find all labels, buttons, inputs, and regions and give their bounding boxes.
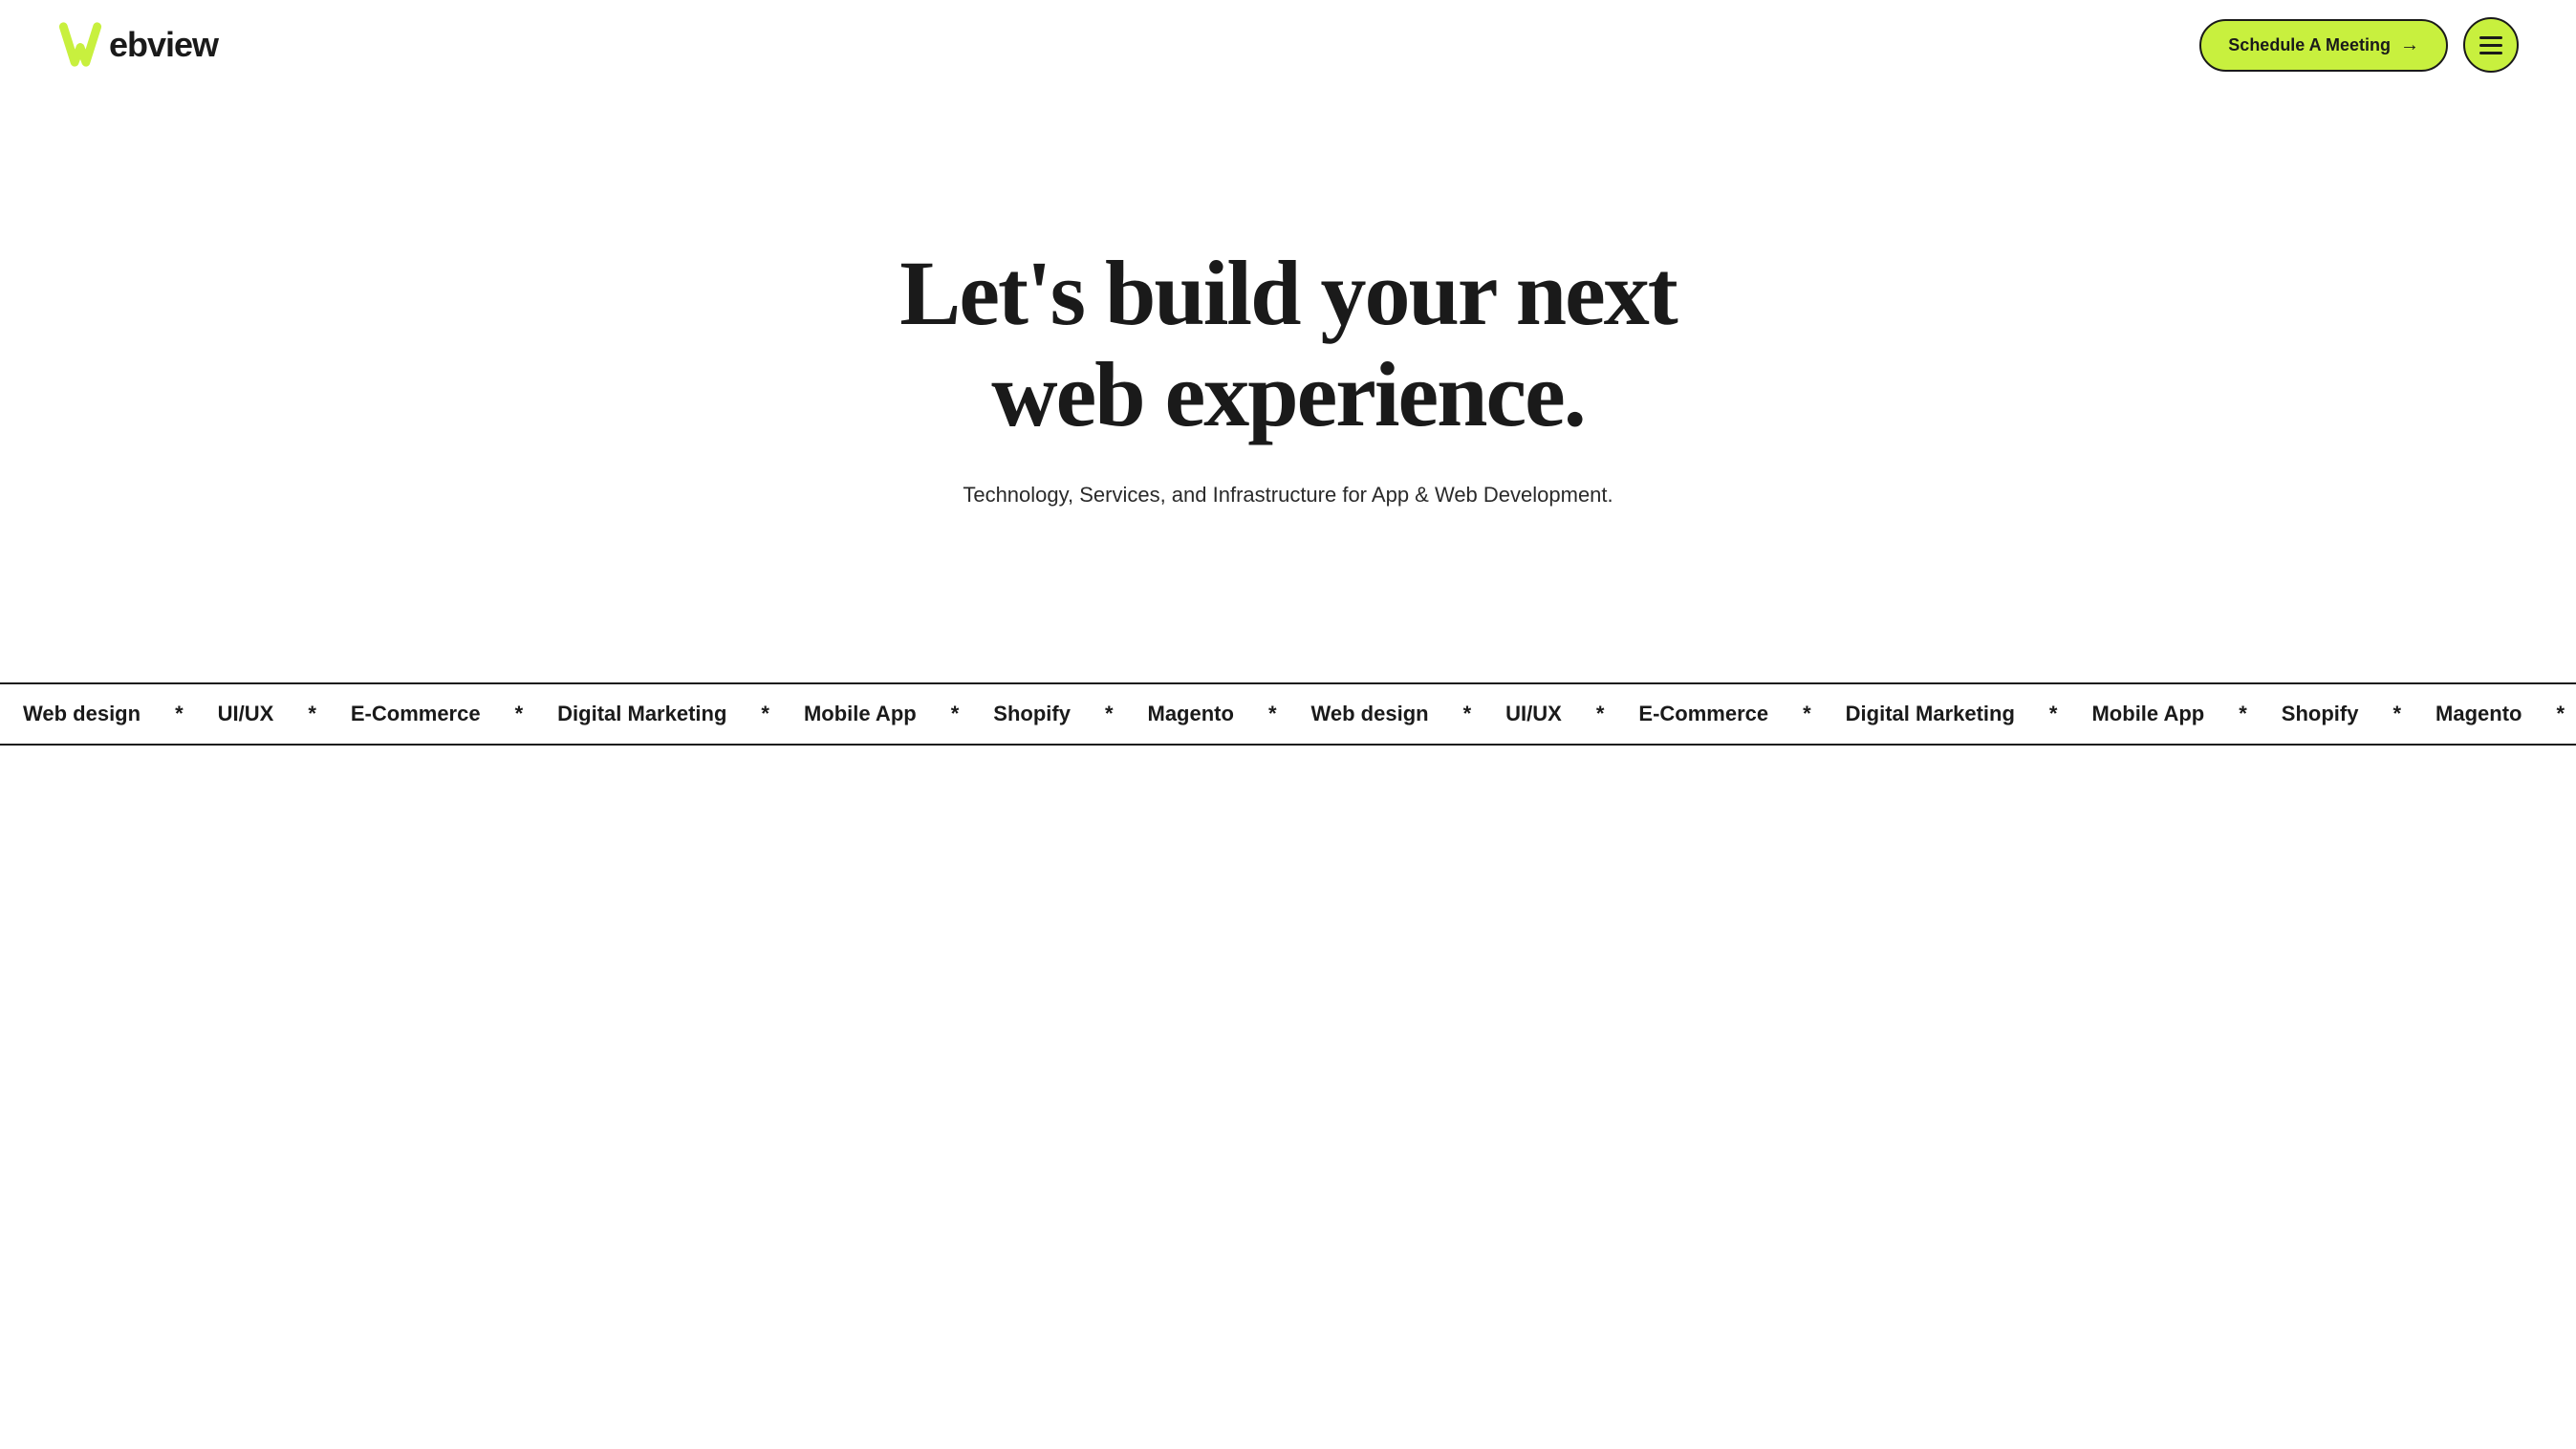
schedule-btn-label: Schedule A Meeting (2228, 35, 2391, 55)
logo-text: ebview (109, 25, 218, 65)
hamburger-line-1 (2479, 36, 2502, 39)
hero-title-line1: Let's build your next (899, 242, 1676, 344)
ticker-separator: * (749, 702, 781, 726)
schedule-meeting-button[interactable]: Schedule A Meeting → (2199, 19, 2448, 72)
ticker-item: Web design (0, 702, 163, 726)
ticker-separator: * (296, 702, 328, 726)
hamburger-line-3 (2479, 52, 2502, 54)
hero-title-line2: web experience. (991, 343, 1584, 445)
header-actions: Schedule A Meeting → (2199, 17, 2519, 73)
ticker-separator: * (1257, 702, 1288, 726)
ticker-item: Digital Marketing (534, 702, 749, 726)
ticker-item: Mobile App (2068, 702, 2227, 726)
ticker-separator: * (1791, 702, 1823, 726)
site-header: ebview Schedule A Meeting → (0, 0, 2576, 90)
ticker-strip: Web design*UI/UX*E-Commerce*Digital Mark… (0, 682, 2576, 746)
hero-title: Let's build your next web experience. (899, 243, 1676, 444)
hamburger-menu-button[interactable] (2463, 17, 2519, 73)
ticker-item: UI/UX (1483, 702, 1585, 726)
ticker-separator: * (2038, 702, 2069, 726)
logo-icon (57, 19, 103, 72)
arrow-icon: → (2400, 34, 2419, 56)
hamburger-line-2 (2479, 44, 2502, 47)
ticker-separator: * (940, 702, 971, 726)
ticker-item: Digital Marketing (1823, 702, 2038, 726)
ticker-item: Shopify (2259, 702, 2382, 726)
ticker-separator: * (1585, 702, 1616, 726)
ticker-item: Shopify (970, 702, 1093, 726)
ticker-item: E-Commerce (328, 702, 504, 726)
ticker-separator: * (504, 702, 535, 726)
ticker-item: UI/UX (195, 702, 297, 726)
ticker-separator: * (1452, 702, 1483, 726)
ticker-separator: * (2381, 702, 2413, 726)
ticker-separator: * (2544, 702, 2576, 726)
ticker-item: Magento (1125, 702, 1257, 726)
ticker-item: Web design (1288, 702, 1452, 726)
ticker-item: Magento (2413, 702, 2544, 726)
hero-subtitle: Technology, Services, and Infrastructure… (963, 479, 1613, 510)
logo[interactable]: ebview (57, 19, 218, 72)
ticker-separator: * (1093, 702, 1125, 726)
hero-section: Let's build your next web experience. Te… (0, 90, 2576, 682)
ticker-item: Mobile App (781, 702, 940, 726)
ticker-separator: * (163, 702, 195, 726)
ticker-separator: * (2227, 702, 2259, 726)
ticker-content: Web design*UI/UX*E-Commerce*Digital Mark… (0, 702, 2576, 726)
ticker-item: E-Commerce (1615, 702, 1791, 726)
